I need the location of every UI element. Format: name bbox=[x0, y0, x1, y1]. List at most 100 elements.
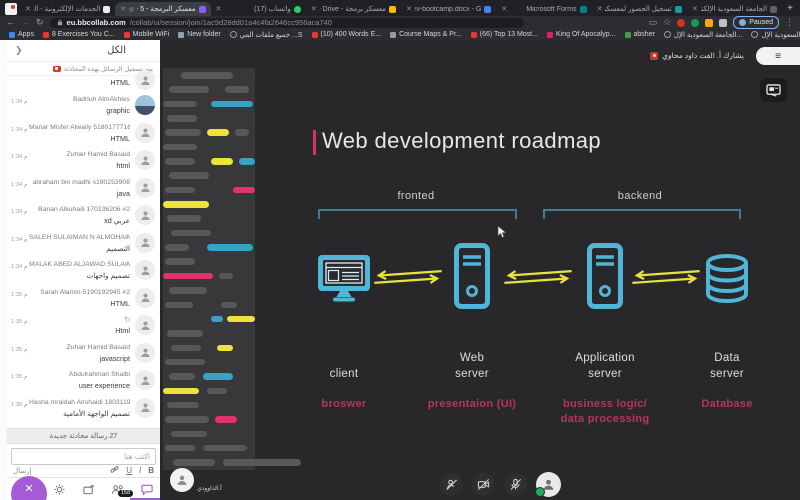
monitor-icon bbox=[317, 254, 371, 307]
browser-tab[interactable]: ✕الخدمات الإلكترونية - الجامعة الس... bbox=[20, 2, 115, 16]
pinned-tab[interactable] bbox=[5, 3, 17, 15]
message-time: م 1:35 bbox=[11, 319, 28, 325]
chat-message-input[interactable] bbox=[11, 448, 156, 465]
tab-close-icon[interactable]: ✕ bbox=[311, 5, 317, 13]
browser-tab[interactable]: ✕ معسكر البرمجة - 5 - ...orate bbox=[115, 2, 211, 16]
code-bar-row bbox=[163, 68, 255, 82]
forward-icon[interactable]: → bbox=[21, 18, 30, 27]
browser-tab[interactable]: ✕ Microsoft Forms bbox=[496, 2, 591, 16]
code-bar bbox=[211, 100, 253, 108]
favicon bbox=[42, 31, 49, 38]
bookmark-label: New folder bbox=[187, 31, 221, 38]
code-bar bbox=[163, 272, 213, 280]
node-sublabel: business logic/data processing bbox=[560, 398, 650, 425]
tab-close-icon[interactable]: ✕ bbox=[25, 5, 31, 13]
italic-icon[interactable]: I bbox=[139, 466, 141, 475]
tab-title: معسكر برمجة - Google Drive bbox=[320, 6, 387, 13]
browser-tab[interactable]: ✕الجامعة السعودية الإلكترونية bbox=[687, 2, 782, 16]
bookmark-item[interactable]: (10) 400 Words E... bbox=[311, 31, 381, 38]
tab-close-icon[interactable]: ✕ bbox=[406, 5, 412, 13]
code-bar-row bbox=[163, 398, 255, 412]
tab-favicon bbox=[198, 5, 206, 13]
wallet-icon[interactable]: ▭ bbox=[649, 18, 658, 27]
shared-screen-icon[interactable] bbox=[760, 78, 787, 102]
session-menu-button[interactable]: ≡ bbox=[756, 47, 800, 65]
code-bar bbox=[167, 115, 197, 122]
bookmark-item[interactable]: absher bbox=[624, 31, 655, 38]
link-icon[interactable] bbox=[110, 465, 119, 476]
tab-favicon bbox=[103, 5, 111, 13]
profile-sync-paused-button[interactable]: Paused bbox=[733, 16, 779, 29]
tab-favicon bbox=[293, 5, 301, 13]
message-time: م 1:34 bbox=[11, 154, 28, 160]
code-bar bbox=[203, 373, 233, 380]
address-bar[interactable]: eu.bbcollab.com/collab/ui/session/join/1… bbox=[49, 17, 524, 28]
message-text: graphic bbox=[106, 106, 130, 115]
code-bar bbox=[211, 158, 233, 165]
bookmark-item[interactable]: Apps bbox=[9, 31, 34, 38]
tab-close-icon[interactable]: ✕ bbox=[597, 5, 603, 13]
tab-close-icon[interactable]: ✕ bbox=[216, 5, 222, 13]
code-bar bbox=[169, 287, 207, 294]
new-messages-banner[interactable]: 27 رسالة محادثة جديدة bbox=[7, 428, 160, 444]
bookmark-item[interactable]: Course Maps & Pr... bbox=[390, 31, 462, 38]
underline-icon[interactable]: U bbox=[126, 466, 132, 475]
bookmark-item[interactable]: 8 Exercises You C... bbox=[42, 31, 115, 38]
avatar bbox=[135, 150, 155, 170]
close-panel-button[interactable]: ✕ bbox=[11, 476, 47, 500]
presenter-video-tile[interactable]: أ.الداوودي bbox=[170, 468, 260, 500]
chat-tab-icon[interactable] bbox=[139, 482, 155, 496]
mic-off-icon[interactable] bbox=[504, 473, 527, 496]
message-sender: Zuhair Hamid Basaid bbox=[66, 151, 130, 158]
browser-tab[interactable]: ✕تسجيل الحضور لمعسكر برمجة ال... bbox=[592, 2, 687, 16]
bookmark-item[interactable]: (66) Top 13 Most... bbox=[470, 31, 538, 38]
bookmark-item[interactable]: King Of Apocalyp... bbox=[546, 31, 616, 38]
attendees-icon[interactable]: 158 bbox=[109, 482, 134, 497]
extensions-puzzle-icon[interactable] bbox=[719, 18, 728, 27]
chat-back-chevron-icon[interactable]: ❯ bbox=[15, 45, 23, 56]
chat-message-list[interactable]: HTML Badriuh AlmAkhles graphic م 1:34 Manar … bbox=[7, 70, 160, 422]
back-icon[interactable]: ← bbox=[6, 18, 15, 27]
extension-icon[interactable] bbox=[705, 18, 714, 27]
bold-icon[interactable]: B bbox=[148, 466, 154, 475]
code-bar bbox=[171, 229, 211, 237]
reload-icon[interactable]: ↻ bbox=[36, 18, 44, 27]
status-away-icon[interactable] bbox=[440, 473, 463, 496]
code-bar bbox=[165, 416, 209, 423]
message-time: م 1:35 bbox=[11, 291, 28, 298]
bookmark-item[interactable]: جميع ملفات المي ...S bbox=[229, 31, 303, 39]
tab-close-icon[interactable]: ✕ bbox=[692, 5, 698, 13]
message-time: م 1:34 bbox=[11, 209, 28, 215]
code-bar-row bbox=[163, 427, 255, 441]
send-button[interactable]: إرسال bbox=[13, 467, 31, 475]
avatar bbox=[135, 342, 155, 363]
tab-close-icon[interactable]: ✕ bbox=[501, 5, 507, 13]
code-bar bbox=[167, 215, 201, 222]
bookmark-item[interactable]: New folder bbox=[178, 31, 221, 38]
my-profile-avatar[interactable] bbox=[535, 472, 561, 497]
chat-header: ❯ الكل bbox=[7, 40, 160, 62]
browser-tab[interactable]: ✕web-dev-bootcamp.docx - G... bbox=[401, 2, 496, 16]
new-tab-button[interactable]: + bbox=[782, 3, 800, 16]
bookmark-item[interactable]: Mobile WiFi bbox=[123, 31, 169, 38]
panel-bottom-bar: ✕ 158 bbox=[7, 476, 160, 500]
tab-title: معسكر البرمجة - 5 - ...orate bbox=[137, 6, 196, 13]
bookmark-item[interactable]: الجامعة السعودية الإل... bbox=[751, 31, 800, 39]
browser-tab[interactable]: ✕ واتساب (17) bbox=[211, 2, 306, 16]
code-bar bbox=[221, 301, 237, 308]
extension-icon[interactable] bbox=[677, 18, 686, 27]
code-bar bbox=[169, 373, 195, 380]
code-bar bbox=[207, 244, 253, 251]
bookmark-item[interactable]: الجامعة السعودية الإل... bbox=[663, 31, 742, 39]
share-content-icon[interactable] bbox=[81, 482, 97, 496]
camera-off-icon[interactable] bbox=[472, 473, 495, 496]
tab-close-icon[interactable]: ✕ bbox=[120, 5, 126, 13]
browser-tab[interactable]: ✕معسكر برمجة - Google Drive bbox=[306, 2, 401, 16]
settings-gear-icon[interactable] bbox=[51, 482, 67, 496]
node-label: client bbox=[329, 368, 359, 380]
bookmark-star-icon[interactable]: ☆ bbox=[663, 18, 671, 27]
message-time: م 1:34 bbox=[11, 181, 28, 188]
extension-icon[interactable] bbox=[691, 18, 700, 27]
presentation-stage: يشارك أ. الفت داود محاوي ≡ Web developme… bbox=[160, 40, 800, 500]
menu-kebab-icon[interactable]: ⋮ bbox=[785, 18, 794, 27]
